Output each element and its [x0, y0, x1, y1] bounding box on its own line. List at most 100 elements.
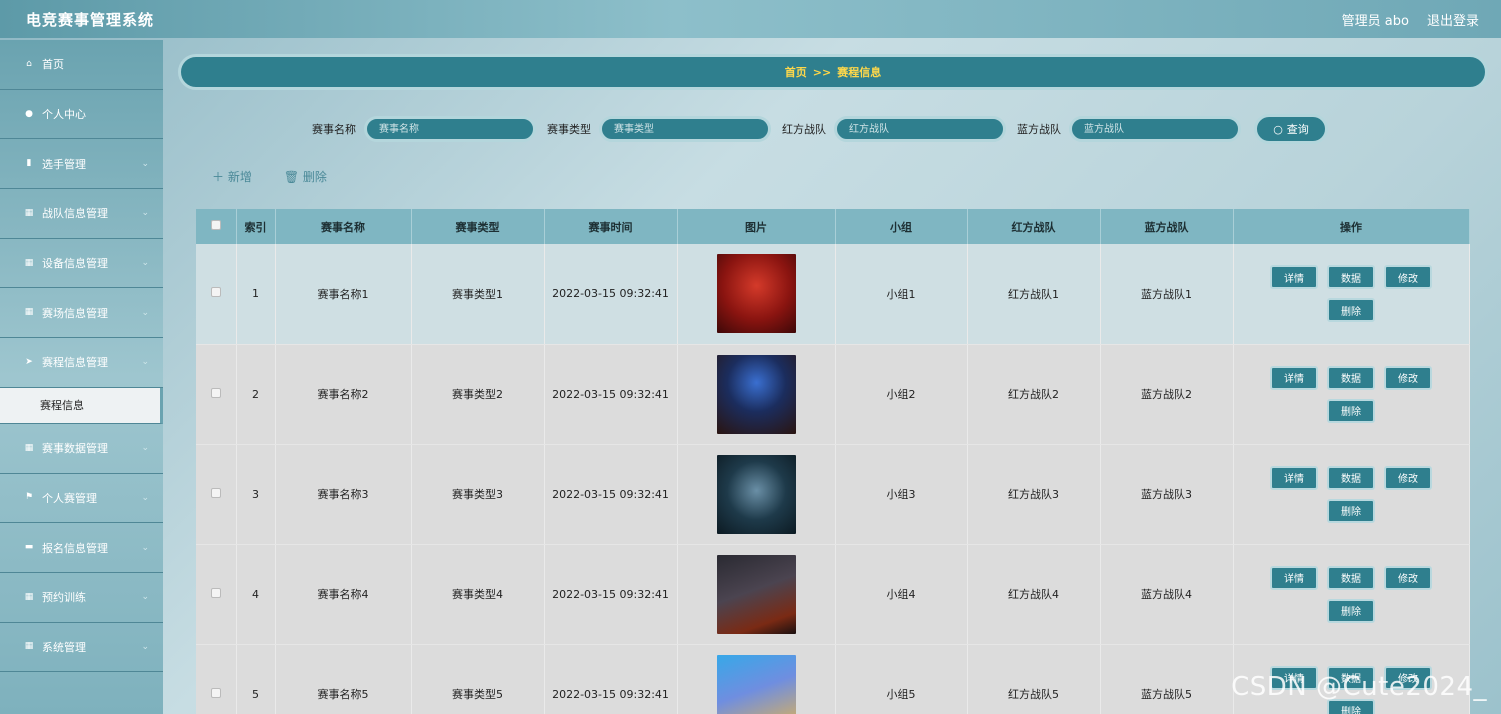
detail-button[interactable]: 详情 — [1270, 465, 1318, 490]
table-header-row: 索引 赛事名称 赛事类型 赛事时间 图片 小组 红方战队 蓝方战队 操作 — [196, 209, 1470, 244]
sidebar-item-match-data[interactable]: ▦ 赛事数据管理 ⌄ — [0, 424, 163, 474]
current-user[interactable]: 管理员 abo — [1342, 10, 1409, 29]
delete-button[interactable]: 删除 — [1327, 398, 1375, 423]
row-checkbox[interactable] — [210, 587, 221, 598]
cell-image — [677, 344, 836, 445]
sidebar-item-devices[interactable]: ▦ 设备信息管理 ⌄ — [0, 239, 163, 289]
table-row[interactable]: 2 赛事名称2 赛事类型2 2022-03-15 09:32:41 小组2 红方… — [196, 344, 1470, 445]
sidebar-item-personal[interactable]: ● 个人中心 — [0, 90, 163, 140]
row-select-cell[interactable] — [196, 644, 237, 714]
cell-group: 小组3 — [835, 444, 968, 545]
table-row[interactable]: 3 赛事名称3 赛事类型3 2022-03-15 09:32:41 小组3 红方… — [196, 444, 1470, 545]
search-input-blue[interactable] — [1069, 116, 1241, 142]
grid-icon: ▦ — [24, 442, 34, 453]
table-row[interactable]: 4 赛事名称4 赛事类型4 2022-03-15 09:32:41 小组4 红方… — [196, 544, 1470, 645]
cell-type: 赛事类型3 — [411, 444, 545, 545]
select-all-checkbox[interactable] — [210, 220, 221, 230]
logout-link[interactable]: 退出登录 — [1427, 10, 1479, 29]
schedule-table: 索引 赛事名称 赛事类型 赛事时间 图片 小组 红方战队 蓝方战队 操作 1 赛… — [196, 209, 1470, 714]
delete-button[interactable]: 删除 — [1327, 298, 1375, 323]
breadcrumb-home[interactable]: 首页 — [785, 64, 807, 80]
search-input-red[interactable] — [834, 116, 1006, 142]
cell-blue: 蓝方战队4 — [1100, 544, 1234, 645]
select-all-cell[interactable] — [196, 209, 237, 244]
detail-button[interactable]: 详情 — [1270, 565, 1318, 590]
query-button[interactable]: ○ 查询 — [1254, 114, 1328, 144]
sidebar-item-label: 赛程信息管理 — [42, 356, 108, 370]
detail-button[interactable]: 详情 — [1270, 365, 1318, 390]
breadcrumb-separator: >> — [812, 65, 832, 79]
header-ops: 操作 — [1233, 209, 1470, 244]
delete-button[interactable]: 删除 — [1327, 498, 1375, 523]
cell-image — [677, 444, 836, 545]
row-checkbox[interactable] — [210, 687, 221, 698]
trash-icon: 🗑 — [283, 170, 303, 184]
row-select-cell[interactable] — [196, 244, 237, 345]
event-thumbnail[interactable] — [716, 654, 796, 714]
toolbar: ＋ 新增 🗑 删除 — [212, 168, 327, 185]
sidebar-subitem-schedule-info[interactable]: 赛程信息 — [0, 387, 163, 424]
sidebar-item-players[interactable]: ▮ 选手管理 ⌄ — [0, 139, 163, 190]
row-checkbox[interactable] — [210, 387, 221, 398]
event-thumbnail[interactable] — [716, 254, 796, 334]
cell-time: 2022-03-15 09:32:41 — [544, 244, 678, 345]
edit-button[interactable]: 修改 — [1384, 265, 1432, 290]
sidebar-item-schedule[interactable]: ➤ 赛程信息管理 ⌄ — [0, 338, 163, 388]
add-button-label: 新增 — [227, 170, 252, 184]
row-checkbox[interactable] — [210, 287, 221, 298]
row-select-cell[interactable] — [196, 544, 237, 645]
cell-group: 小组5 — [835, 644, 968, 714]
sidebar-item-signup[interactable]: ▬ 报名信息管理 ⌄ — [0, 523, 163, 573]
top-bar: 电竞赛事管理系统 管理员 abo 退出登录 — [0, 0, 1501, 38]
search-label-red: 红方战队 — [782, 123, 826, 136]
row-select-cell[interactable] — [196, 444, 237, 545]
cell-index: 2 — [236, 344, 276, 445]
sidebar-item-label: 赛场信息管理 — [42, 306, 108, 320]
cell-group: 小组2 — [835, 344, 968, 445]
cell-type: 赛事类型1 — [411, 244, 545, 345]
data-button[interactable]: 数据 — [1327, 365, 1375, 390]
user-area: 管理员 abo 退出登录 — [1342, 10, 1479, 29]
header-type: 赛事类型 — [411, 209, 545, 244]
edit-button[interactable]: 修改 — [1384, 465, 1432, 490]
cell-group: 小组1 — [835, 244, 968, 345]
cell-group: 小组4 — [835, 544, 968, 645]
cell-time: 2022-03-15 09:32:41 — [544, 644, 678, 714]
table-row[interactable]: 1 赛事名称1 赛事类型1 2022-03-15 09:32:41 小组1 红方… — [196, 244, 1470, 345]
home-icon: ⌂ — [26, 58, 32, 69]
search-input-name[interactable] — [364, 116, 536, 142]
app-title: 电竞赛事管理系统 — [26, 10, 155, 29]
detail-button[interactable]: 详情 — [1270, 265, 1318, 290]
batch-delete-button[interactable]: 🗑 删除 — [284, 168, 327, 185]
cell-index: 3 — [236, 444, 276, 545]
sidebar-item-training[interactable]: ▦ 预约训练 ⌄ — [0, 573, 163, 623]
sidebar-item-teams[interactable]: ▦ 战队信息管理 ⌄ — [0, 189, 163, 239]
sidebar-item-home[interactable]: ⌂ 首页 — [0, 40, 163, 90]
data-button[interactable]: 数据 — [1327, 265, 1375, 290]
cell-red: 红方战队2 — [967, 344, 1101, 445]
add-button[interactable]: ＋ 新增 — [212, 168, 252, 185]
cell-blue: 蓝方战队2 — [1100, 344, 1234, 445]
event-thumbnail[interactable] — [716, 454, 796, 534]
delete-button[interactable]: 删除 — [1327, 598, 1375, 623]
cell-type: 赛事类型2 — [411, 344, 545, 445]
header-group: 小组 — [835, 209, 968, 244]
edit-button[interactable]: 修改 — [1384, 565, 1432, 590]
event-thumbnail[interactable] — [716, 354, 796, 434]
sidebar-item-solo[interactable]: ⚑ 个人赛管理 ⌄ — [0, 474, 163, 524]
edit-button[interactable]: 修改 — [1384, 365, 1432, 390]
sidebar-item-venues[interactable]: ▦ 赛场信息管理 ⌄ — [0, 288, 163, 339]
chevron-down-icon: ⌄ — [141, 158, 149, 169]
row-select-cell[interactable] — [196, 344, 237, 445]
chevron-down-icon: ⌄ — [141, 357, 149, 368]
event-thumbnail[interactable] — [716, 554, 796, 634]
sidebar-item-system[interactable]: ▦ 系统管理 ⌄ — [0, 623, 163, 673]
search-input-type[interactable] — [599, 116, 771, 142]
row-checkbox[interactable] — [210, 487, 221, 498]
data-button[interactable]: 数据 — [1327, 465, 1375, 490]
cell-index: 1 — [236, 244, 276, 345]
sidebar-item-label: 个人中心 — [42, 108, 86, 122]
cell-red: 红方战队3 — [967, 444, 1101, 545]
data-button[interactable]: 数据 — [1327, 565, 1375, 590]
sidebar-item-label: 首页 — [42, 58, 64, 72]
